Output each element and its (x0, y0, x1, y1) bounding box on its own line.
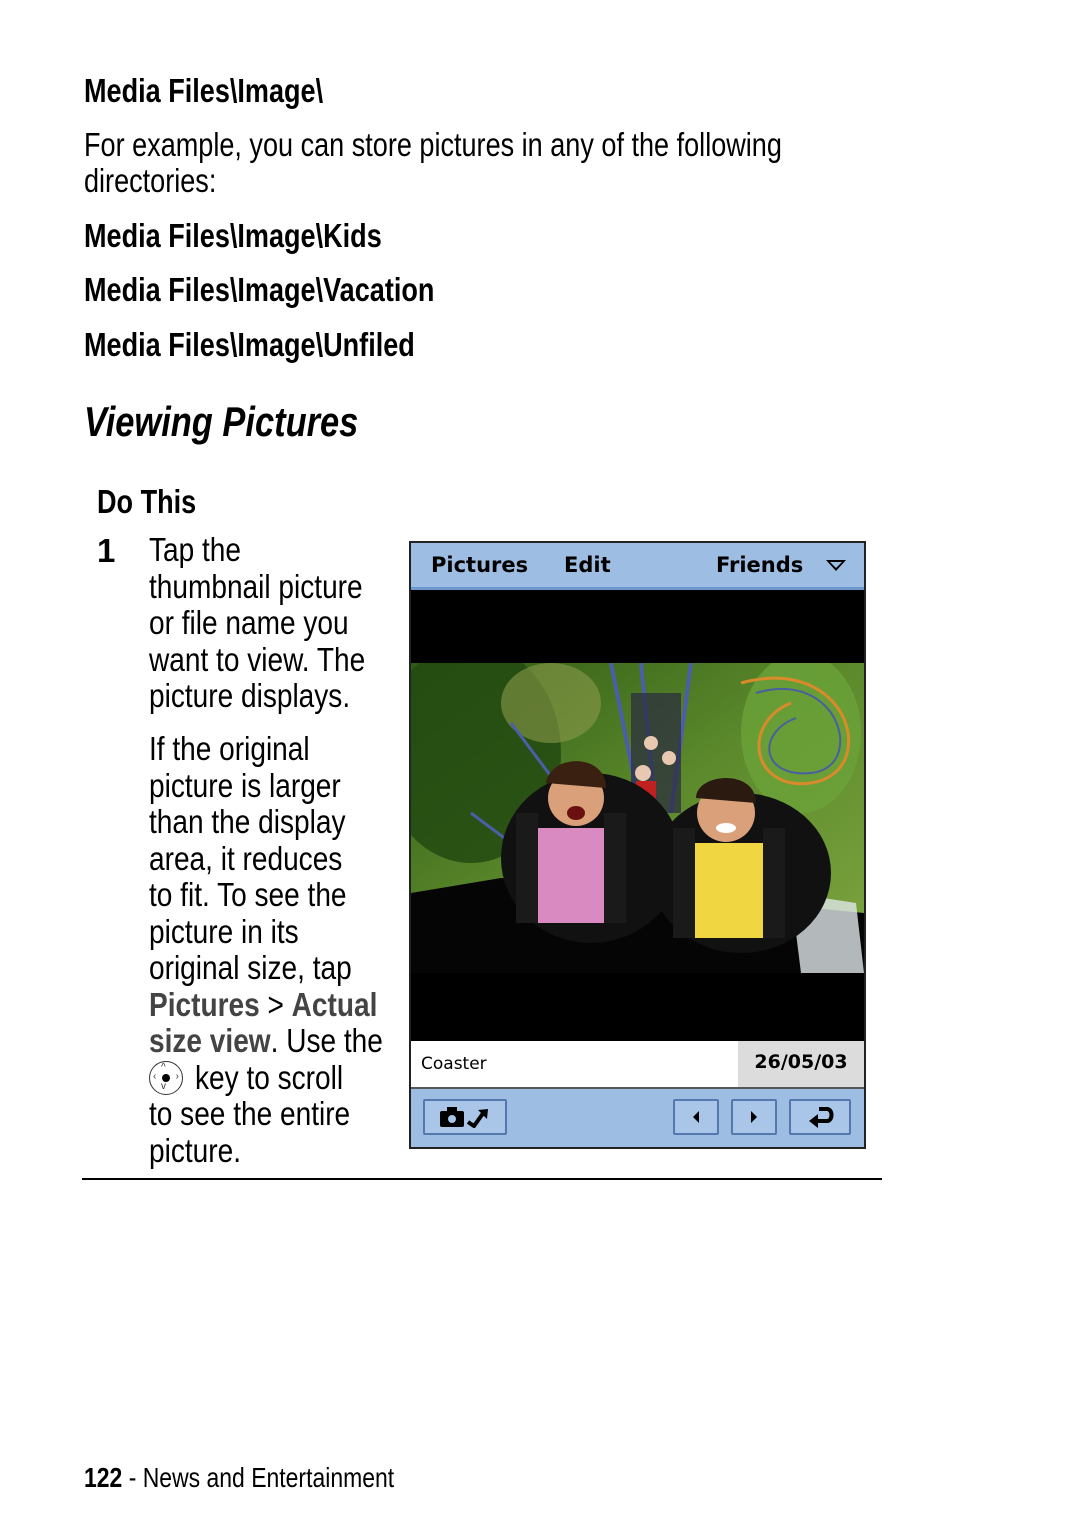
step-line-text: or file name you (149, 604, 349, 641)
step-line: If the original (149, 730, 449, 768)
step-line-text: picture in its (149, 912, 299, 950)
step-line: ^ ‹ › v key to scroll (149, 1058, 449, 1097)
footer-section: - News and Entertainment (122, 1462, 395, 1493)
step-line-text: want to view. The (149, 640, 366, 678)
section-title-text: Viewing Pictures (84, 398, 359, 445)
do-this-text: Do This (97, 483, 197, 520)
section-divider (82, 1178, 882, 1180)
menu-pictures[interactable]: Pictures (431, 553, 528, 577)
step-line: picture displays. (149, 677, 449, 715)
intro-line-2: directories: (84, 162, 217, 199)
viewer-toolbar (411, 1089, 864, 1147)
step-line-text: If the original (149, 730, 310, 767)
step-line-text: area, it reduces (149, 839, 343, 877)
camera-send-button[interactable] (423, 1099, 507, 1135)
step-line: picture is larger (149, 766, 449, 805)
step-line-text: picture displays. (149, 677, 351, 714)
intro-line-1: For example, you can store pictures in a… (84, 126, 782, 163)
arrow-left-icon (693, 1111, 699, 1123)
menu-edit[interactable]: Edit (564, 553, 611, 577)
step-line: picture in its (149, 912, 449, 951)
step-line-text: picture. (149, 1131, 241, 1169)
step-line: to fit. To see the (149, 876, 449, 914)
step-line-text: thumbnail picture (149, 567, 363, 605)
return-button[interactable] (789, 1099, 851, 1135)
step-line: picture. (149, 1131, 449, 1170)
step-line: Tap the (149, 531, 449, 569)
photo-date: 26/05/03 (738, 1041, 864, 1087)
next-button[interactable] (731, 1099, 777, 1135)
step-line: size view. Use the (149, 1022, 449, 1060)
ui-ref-separator: > (259, 985, 292, 1023)
category-dropdown[interactable]: Friends (716, 553, 803, 577)
step-instructions-b: If the original picture is larger than t… (149, 730, 449, 1170)
step-number: 1 (97, 532, 116, 569)
camera-send-icon (440, 1107, 488, 1128)
step-line: than the display (149, 803, 449, 841)
step-line-text: picture is larger (149, 766, 341, 804)
key-text: key to scroll (195, 1058, 344, 1096)
step-line: Pictures > Actual (149, 985, 449, 1024)
step-line-text: Tap the (149, 531, 242, 568)
step-line: original size, tap (149, 949, 449, 987)
arrow-right-icon (751, 1111, 757, 1123)
ui-ref-size-view: size view (149, 1022, 271, 1059)
directory-kids-text: Media Files\Image\Kids (84, 217, 382, 254)
step-line: want to view. The (149, 640, 449, 679)
navigation-key-icon: ^ ‹ › v (149, 1060, 183, 1095)
directory-vacation: Media Files\Image\Vacation (84, 271, 511, 309)
step-line: area, it reduces (149, 839, 449, 878)
photo-name: Coaster (421, 1054, 487, 1074)
step-line: or file name you (149, 604, 449, 642)
ui-ref-pictures: Pictures (149, 985, 260, 1023)
photo-info-bar: Coaster 26/05/03 (411, 1041, 864, 1089)
step-line: thumbnail picture (149, 567, 449, 606)
directory-kids: Media Files\Image\Kids (84, 217, 447, 255)
previous-button[interactable] (673, 1099, 719, 1135)
step-instructions-a: Tap the thumbnail picture or file name y… (149, 531, 449, 715)
section-title: Viewing Pictures (84, 398, 419, 446)
directory-heading-text: Media Files\Image\ (84, 72, 324, 109)
intro-paragraph: For example, you can store pictures in a… (84, 127, 935, 199)
after-ref-text: . Use the (270, 1022, 383, 1059)
step-line-text: original size, tap (149, 949, 352, 986)
photo-image[interactable] (411, 663, 864, 973)
directory-unfiled: Media Files\Image\Unfiled (84, 326, 487, 364)
directory-heading: Media Files\Image\ (84, 72, 376, 110)
directory-unfiled-text: Media Files\Image\Unfiled (84, 326, 415, 363)
ui-ref-actual: Actual (291, 985, 378, 1023)
picture-viewer-screen: Pictures Edit Friends Coaster 26/05/03 (409, 541, 866, 1149)
return-icon (809, 1107, 834, 1128)
step-line-text: to see the entire (149, 1095, 351, 1132)
chevron-down-icon[interactable] (826, 560, 846, 571)
do-this-label: Do This (97, 483, 218, 521)
step-line: to see the entire (149, 1095, 449, 1133)
directory-vacation-text: Media Files\Image\Vacation (84, 271, 435, 308)
step-line-text: to fit. To see the (149, 876, 347, 913)
page-number: 122 (84, 1462, 123, 1493)
step-line-text: than the display (149, 803, 346, 840)
menu-bar: Pictures Edit Friends (411, 543, 864, 590)
page-footer: 122 - News and Entertainment (84, 1462, 462, 1494)
